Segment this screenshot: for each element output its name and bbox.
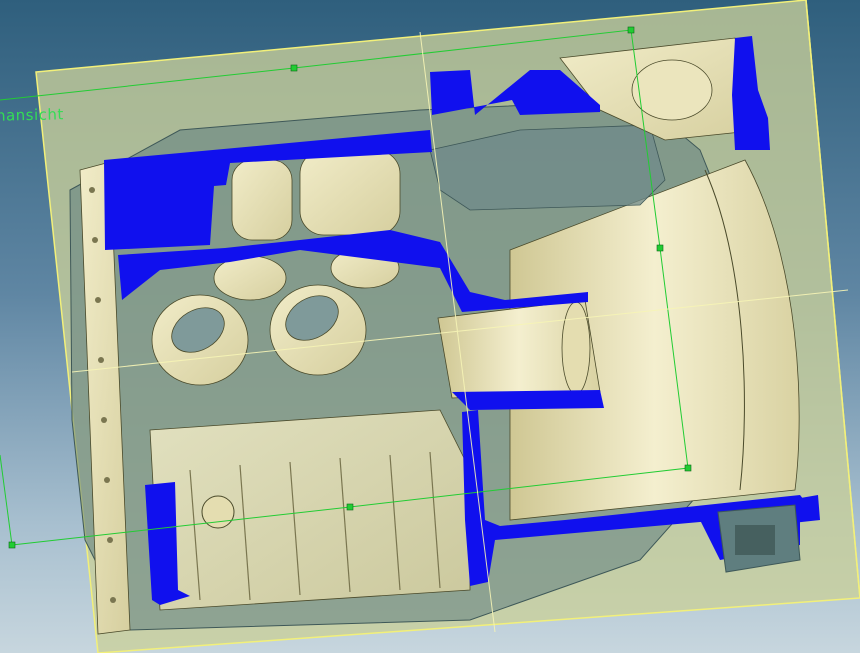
top-port — [631, 59, 713, 121]
cad-model-canvas[interactable] — [0, 0, 860, 653]
cad-viewport[interactable]: hansicht — [0, 0, 860, 653]
mount-slot — [735, 525, 775, 555]
shaft-end — [561, 301, 591, 395]
view-label: hansicht — [0, 105, 65, 125]
